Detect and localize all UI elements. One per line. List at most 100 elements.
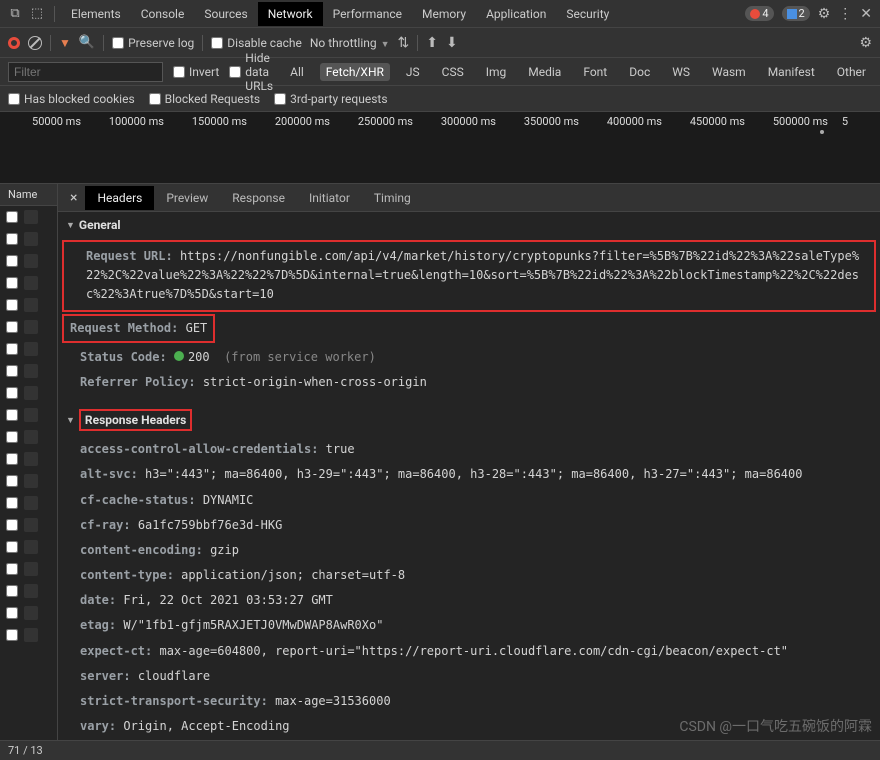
file-icon bbox=[24, 496, 38, 510]
request-row[interactable] bbox=[0, 470, 57, 492]
network-timeline[interactable]: 50000 ms100000 ms150000 ms 200000 ms2500… bbox=[0, 112, 880, 184]
type-ws[interactable]: WS bbox=[666, 63, 696, 81]
third-party-checkbox[interactable]: 3rd-party requests bbox=[274, 92, 387, 106]
row-checkbox[interactable] bbox=[6, 343, 18, 355]
request-row[interactable] bbox=[0, 360, 57, 382]
row-checkbox[interactable] bbox=[6, 387, 18, 399]
row-checkbox[interactable] bbox=[6, 585, 18, 597]
download-har-icon[interactable]: ⬇ bbox=[446, 35, 458, 51]
detail-tab-initiator[interactable]: Initiator bbox=[297, 186, 362, 210]
name-header[interactable]: Name bbox=[0, 184, 57, 206]
invert-checkbox[interactable]: Invert bbox=[173, 65, 219, 79]
row-checkbox[interactable] bbox=[6, 255, 18, 267]
request-row[interactable] bbox=[0, 448, 57, 470]
request-row[interactable] bbox=[0, 338, 57, 360]
tab-performance[interactable]: Performance bbox=[323, 2, 412, 26]
search-icon[interactable]: 🔍 bbox=[79, 35, 95, 50]
row-checkbox[interactable] bbox=[6, 431, 18, 443]
type-media[interactable]: Media bbox=[522, 63, 567, 81]
row-checkbox[interactable] bbox=[6, 519, 18, 531]
blocked-requests-checkbox[interactable]: Blocked Requests bbox=[149, 92, 260, 106]
request-row[interactable] bbox=[0, 536, 57, 558]
type-all[interactable]: All bbox=[284, 63, 310, 81]
error-badge[interactable]: 4 bbox=[745, 6, 773, 21]
device-toggle-icon[interactable]: ⬚ bbox=[26, 6, 48, 21]
file-icon bbox=[24, 408, 38, 422]
preserve-log-checkbox[interactable]: Preserve log bbox=[112, 36, 194, 50]
hide-data-urls-checkbox[interactable]: Hide data URLs bbox=[229, 51, 274, 93]
request-row[interactable] bbox=[0, 558, 57, 580]
request-row[interactable] bbox=[0, 492, 57, 514]
tab-sources[interactable]: Sources bbox=[194, 2, 257, 26]
response-header-row: cf-cache-status: DYNAMIC bbox=[58, 488, 880, 513]
detail-tab-timing[interactable]: Timing bbox=[362, 186, 423, 210]
row-checkbox[interactable] bbox=[6, 563, 18, 575]
row-checkbox[interactable] bbox=[6, 629, 18, 641]
row-checkbox[interactable] bbox=[6, 497, 18, 509]
request-row[interactable] bbox=[0, 294, 57, 316]
filter-input[interactable] bbox=[8, 62, 163, 82]
upload-har-icon[interactable]: ⬆ bbox=[426, 35, 438, 51]
tab-console[interactable]: Console bbox=[131, 2, 195, 26]
row-checkbox[interactable] bbox=[6, 321, 18, 333]
type-fetch-xhr[interactable]: Fetch/XHR bbox=[320, 63, 390, 81]
type-js[interactable]: JS bbox=[400, 63, 426, 81]
row-checkbox[interactable] bbox=[6, 475, 18, 487]
detail-tab-headers[interactable]: Headers bbox=[85, 186, 154, 210]
request-row[interactable] bbox=[0, 602, 57, 624]
detail-tab-response[interactable]: Response bbox=[220, 186, 297, 210]
request-row[interactable] bbox=[0, 382, 57, 404]
type-other[interactable]: Other bbox=[831, 63, 872, 81]
response-headers-header[interactable]: ▼Response Headers bbox=[58, 403, 880, 437]
row-checkbox[interactable] bbox=[6, 607, 18, 619]
clear-icon[interactable] bbox=[28, 36, 42, 50]
row-checkbox[interactable] bbox=[6, 409, 18, 421]
blocked-cookies-checkbox[interactable]: Has blocked cookies bbox=[8, 92, 135, 106]
row-checkbox[interactable] bbox=[6, 299, 18, 311]
type-css[interactable]: CSS bbox=[436, 63, 470, 81]
request-row[interactable] bbox=[0, 250, 57, 272]
tab-elements[interactable]: Elements bbox=[61, 2, 131, 26]
request-row[interactable] bbox=[0, 228, 57, 250]
request-row[interactable] bbox=[0, 272, 57, 294]
request-row[interactable] bbox=[0, 206, 57, 228]
type-font[interactable]: Font bbox=[577, 63, 613, 81]
tab-security[interactable]: Security bbox=[556, 2, 619, 26]
tab-network[interactable]: Network bbox=[258, 2, 323, 26]
type-doc[interactable]: Doc bbox=[623, 63, 656, 81]
status-hint: (from service worker) bbox=[224, 350, 376, 364]
row-checkbox[interactable] bbox=[6, 541, 18, 553]
request-row[interactable] bbox=[0, 404, 57, 426]
type-wasm[interactable]: Wasm bbox=[706, 63, 752, 81]
preserve-log-label: Preserve log bbox=[128, 36, 194, 50]
record-icon[interactable] bbox=[8, 37, 20, 49]
settings-icon[interactable]: ⚙ bbox=[818, 6, 831, 22]
network-conditions-icon[interactable]: ⇅ bbox=[398, 35, 410, 51]
inspect-icon[interactable]: ⧉ bbox=[4, 6, 26, 21]
filter-icon[interactable]: ▼ bbox=[59, 36, 71, 50]
close-detail-icon[interactable]: × bbox=[62, 190, 85, 206]
row-checkbox[interactable] bbox=[6, 365, 18, 377]
row-checkbox[interactable] bbox=[6, 453, 18, 465]
request-row[interactable] bbox=[0, 514, 57, 536]
detail-tab-preview[interactable]: Preview bbox=[154, 186, 220, 210]
request-list: Name bbox=[0, 184, 58, 740]
tab-memory[interactable]: Memory bbox=[412, 2, 476, 26]
row-checkbox[interactable] bbox=[6, 277, 18, 289]
network-settings-icon[interactable]: ⚙ bbox=[859, 35, 872, 51]
general-section-header[interactable]: ▼General bbox=[58, 212, 880, 238]
row-checkbox[interactable] bbox=[6, 211, 18, 223]
type-img[interactable]: Img bbox=[480, 63, 513, 81]
throttling-select[interactable]: No throttling▼ bbox=[310, 36, 390, 50]
request-row[interactable] bbox=[0, 316, 57, 338]
info-badge[interactable]: 2 bbox=[782, 6, 810, 21]
request-row[interactable] bbox=[0, 426, 57, 448]
tab-application[interactable]: Application bbox=[476, 2, 556, 26]
request-row[interactable] bbox=[0, 580, 57, 602]
close-devtools-icon[interactable]: ✕ bbox=[860, 6, 872, 22]
request-row[interactable] bbox=[0, 624, 57, 646]
more-icon[interactable]: ⋮ bbox=[838, 6, 852, 22]
row-checkbox[interactable] bbox=[6, 233, 18, 245]
disable-cache-checkbox[interactable]: Disable cache bbox=[211, 36, 302, 50]
type-manifest[interactable]: Manifest bbox=[762, 63, 821, 81]
